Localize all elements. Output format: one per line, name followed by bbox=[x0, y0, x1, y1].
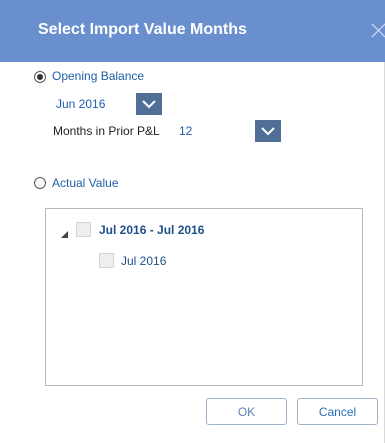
months-in-prior-select[interactable]: 12 bbox=[175, 120, 281, 142]
close-icon[interactable] bbox=[362, 18, 385, 44]
tree-child-checkbox[interactable] bbox=[99, 253, 114, 268]
ok-button[interactable]: OK bbox=[206, 398, 287, 425]
month-tree: Jul 2016 - Jul 2016 Jul 2016 bbox=[45, 208, 363, 386]
actual-value-label[interactable]: Actual Value bbox=[52, 176, 119, 190]
opening-balance-label[interactable]: Opening Balance bbox=[52, 69, 144, 83]
months-in-prior-value: 12 bbox=[179, 124, 193, 138]
select-import-value-months-dialog: Select Import Value Months Opening Balan… bbox=[0, 0, 385, 443]
tree-child-label[interactable]: Jul 2016 bbox=[121, 254, 166, 268]
chevron-down-icon[interactable] bbox=[255, 120, 281, 142]
opening-balance-month-value: Jun 2016 bbox=[56, 97, 106, 111]
expand-triangle-icon[interactable] bbox=[61, 226, 69, 244]
tree-parent-label[interactable]: Jul 2016 - Jul 2016 bbox=[99, 223, 204, 237]
dialog-title: Select Import Value Months bbox=[38, 21, 247, 38]
opening-balance-radio[interactable] bbox=[34, 71, 46, 83]
tree-parent-checkbox[interactable] bbox=[76, 222, 91, 237]
months-in-prior-label: Months in Prior P&L bbox=[53, 124, 160, 138]
dialog-title-bar: Select Import Value Months bbox=[0, 0, 385, 62]
opening-balance-month-select[interactable]: Jun 2016 bbox=[52, 93, 162, 115]
actual-value-radio[interactable] bbox=[34, 177, 46, 189]
cancel-button[interactable]: Cancel bbox=[297, 398, 378, 425]
chevron-down-icon[interactable] bbox=[136, 93, 162, 115]
